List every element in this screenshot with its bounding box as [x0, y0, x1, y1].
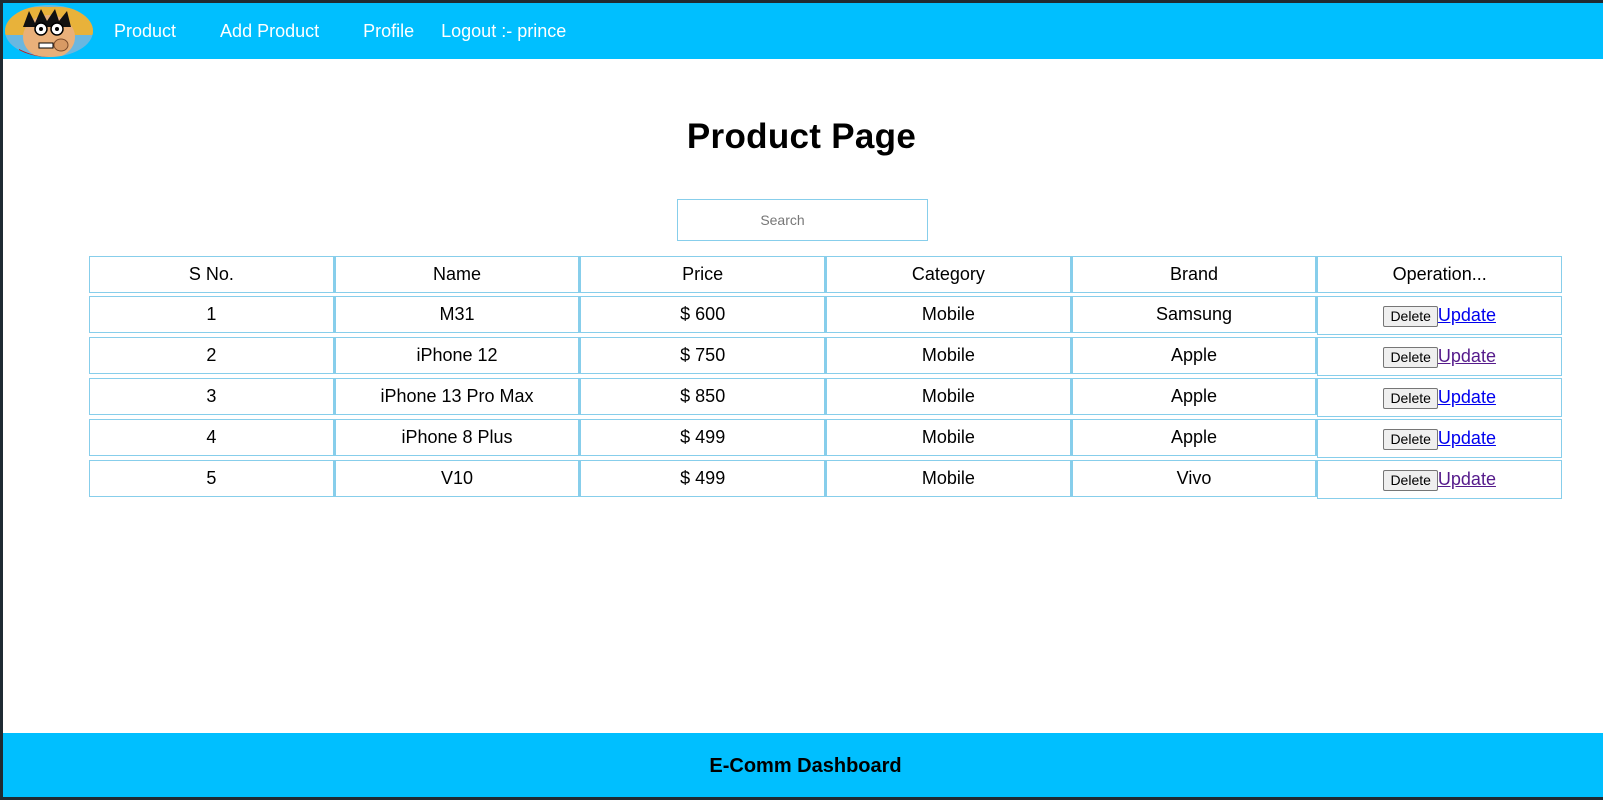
cell-price: $ 750 [580, 337, 827, 374]
cell-operations: Delete Update [1317, 337, 1563, 376]
avatar-face-icon [5, 5, 93, 57]
cell-brand: Apple [1071, 378, 1318, 415]
cell-category: Mobile [826, 460, 1072, 497]
nav-link-logout[interactable]: Logout :- prince [441, 21, 566, 42]
nav-link-product[interactable]: Product [114, 21, 176, 42]
table-header-row: S No. Name Price Category Brand Operatio… [89, 256, 1563, 293]
cell-category: Mobile [826, 419, 1072, 456]
header-price: Price [580, 256, 827, 293]
table-row: 4 iPhone 8 Plus $ 499 Mobile Apple Delet… [89, 419, 1563, 458]
cell-brand: Samsung [1071, 296, 1318, 333]
update-link[interactable]: Update [1438, 346, 1496, 367]
product-table: S No. Name Price Category Brand Operatio… [89, 256, 1563, 501]
update-link[interactable]: Update [1438, 469, 1496, 490]
cell-price: $ 499 [580, 460, 827, 497]
cell-name: M31 [334, 296, 581, 333]
delete-button[interactable]: Delete [1383, 470, 1438, 491]
table-row: 2 iPhone 12 $ 750 Mobile Apple Delete Up… [89, 337, 1563, 376]
cell-price: $ 850 [580, 378, 827, 415]
header-operation: Operation... [1317, 256, 1563, 293]
cell-category: Mobile [826, 378, 1072, 415]
footer: E-Comm Dashboard [3, 733, 1603, 800]
nav-link-profile[interactable]: Profile [363, 21, 414, 42]
update-link[interactable]: Update [1438, 387, 1496, 408]
delete-button[interactable]: Delete [1383, 429, 1438, 450]
table-row: 3 iPhone 13 Pro Max $ 850 Mobile Apple D… [89, 378, 1563, 417]
delete-button[interactable]: Delete [1383, 306, 1438, 327]
cell-sno: 5 [89, 460, 335, 497]
top-navbar: Product Add Product Profile Logout :- pr… [3, 3, 1603, 59]
cell-brand: Vivo [1071, 460, 1318, 497]
table-row: 5 V10 $ 499 Mobile Vivo Delete Update [89, 460, 1563, 499]
cell-name: iPhone 12 [334, 337, 581, 374]
delete-button[interactable]: Delete [1383, 347, 1438, 368]
cell-brand: Apple [1071, 337, 1318, 374]
cell-operations: Delete Update [1317, 296, 1563, 335]
header-name: Name [334, 256, 581, 293]
footer-title: E-Comm Dashboard [709, 755, 902, 777]
delete-button[interactable]: Delete [1383, 388, 1438, 409]
cell-brand: Apple [1071, 419, 1318, 456]
cell-price: $ 499 [580, 419, 827, 456]
cell-price: $ 600 [580, 296, 827, 333]
cell-sno: 3 [89, 378, 335, 415]
header-brand: Brand [1071, 256, 1318, 293]
page-title: Product Page [686, 117, 917, 156]
cell-operations: Delete Update [1317, 378, 1563, 417]
update-link[interactable]: Update [1438, 305, 1496, 326]
table-row: 1 M31 $ 600 Mobile Samsung Delete Update [89, 296, 1563, 335]
cell-sno: 2 [89, 337, 335, 374]
avatar-logo[interactable] [5, 5, 93, 57]
header-category: Category [826, 256, 1072, 293]
cell-operations: Delete Update [1317, 419, 1563, 458]
cell-name: V10 [334, 460, 581, 497]
cell-operations: Delete Update [1317, 460, 1563, 499]
header-sno: S No. [89, 256, 335, 293]
cell-category: Mobile [826, 296, 1072, 333]
update-link[interactable]: Update [1438, 428, 1496, 449]
cell-sno: 4 [89, 419, 335, 456]
cell-name: iPhone 13 Pro Max [334, 378, 581, 415]
app-frame: Product Add Product Profile Logout :- pr… [0, 0, 1603, 800]
search-input[interactable] [677, 199, 928, 241]
cell-name: iPhone 8 Plus [334, 419, 581, 456]
cell-sno: 1 [89, 296, 335, 333]
nav-link-add-product[interactable]: Add Product [220, 21, 319, 42]
cell-category: Mobile [826, 337, 1072, 374]
